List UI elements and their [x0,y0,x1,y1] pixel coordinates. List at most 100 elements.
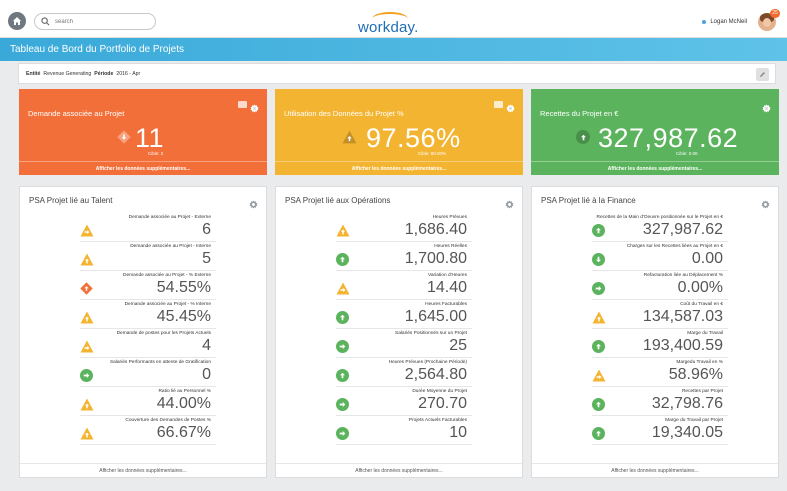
row-divider [336,415,472,416]
metric-row[interactable]: Recettes de la Main d'Oeuvre positionnée… [532,214,778,243]
kpi-value: 97.56% [366,123,461,153]
arrow-up-triangle-icon [80,253,94,266]
show-more-link[interactable]: Afficher les données supplémentaires... [19,161,267,175]
gear-icon[interactable] [249,196,258,209]
metric-row[interactable]: Demande de postes pour les Projets Actue… [20,330,266,359]
metric-label: Heures Prévues (Prochaine Période) [388,360,467,365]
metric-row[interactable]: Salariés Positionnés sur un Projet 25 [276,330,522,359]
gear-icon[interactable] [250,100,259,113]
metric-value: 193,400.59 [642,337,723,354]
metric-value: 32,798.76 [651,395,723,412]
search-input[interactable] [55,18,145,25]
metric-label: Demande de postes pour les Projets Actue… [116,331,211,336]
metric-status-icon [592,340,605,353]
metric-row[interactable]: Variation d'Heures 14.40 [276,272,522,301]
entity-value: Revenue Generating [43,71,92,77]
metric-row[interactable]: Refacturation liée au Déplacement % 0.00% [532,272,778,301]
metric-row[interactable]: Charges sur les Recettes liées au Projet… [532,243,778,272]
comment-icon[interactable] [494,101,503,108]
metric-value: 134,587.03 [642,308,723,325]
pencil-icon [760,72,765,77]
metric-status-icon [336,311,349,324]
metrics-panel: PSA Projet lié aux Opérations Heures Prév… [275,186,523,478]
metric-label: Marge du Travail [687,331,723,336]
metric-status-icon [336,224,350,242]
search-box[interactable] [34,13,156,30]
show-more-link[interactable]: Afficher les données supplémentaires... [276,463,522,477]
metric-value: 1,686.40 [404,221,467,238]
arrow-down-circle-icon [592,253,605,266]
metric-row[interactable]: Marge du Travail 193,400.59 [532,330,778,359]
kpi-card[interactable]: Recettes du Projet en € 327,987.62 Cible: … [531,89,779,175]
gear-icon[interactable] [506,100,515,113]
status-dot-icon [702,20,707,24]
period-value: 2016 - Apr [116,71,141,77]
row-divider [592,241,728,242]
metric-status-icon [592,369,606,387]
row-divider [80,328,216,329]
metric-status-icon [592,427,605,440]
metric-row[interactable]: Heures Réelles 1,700.80 [276,243,522,272]
metric-status-icon [80,253,94,271]
metric-row[interactable]: Coût du Travail en €134,587.03 [532,301,778,330]
metric-row[interactable]: Demande associée au Projet - % Interne 45… [20,301,266,330]
metric-row[interactable]: Recettes par Projet 32,798.76 [532,388,778,417]
metric-row[interactable]: Salariés Performants en attente de Grati… [20,359,266,388]
metric-row[interactable]: Heures Prévues 1,686.40 [276,214,522,243]
row-divider [80,241,216,242]
notification-badge[interactable]: 25 [770,9,780,18]
arrow-up-circle-icon [592,340,605,353]
show-more-link[interactable]: Afficher les données supplémentaires... [20,463,266,477]
user-name: Logan McNeil [710,19,747,25]
workday-logo[interactable]: workday. [358,12,434,36]
kpi-card[interactable]: Demande associée au Projet 11 Cible: 2 Affi… [19,89,267,175]
metric-row[interactable]: Marge du Travail par Projet 19,340.05 [532,417,778,446]
metric-value: 58.96% [668,366,723,383]
show-more-link[interactable]: Afficher les données supplémentaires... [275,161,523,175]
gear-icon[interactable] [762,100,771,113]
arrow-right-circle-icon [336,398,349,411]
row-divider [80,386,216,387]
metric-label: Heures Réelles [434,244,467,249]
metric-status-icon [80,369,93,382]
show-more-link[interactable]: Afficher les données supplémentaires... [531,161,779,175]
kpi-title: Demande associée au Projet [28,109,125,118]
metric-label: Demande associée au Projet - Externe [128,215,211,220]
metric-value: 14.40 [426,279,467,296]
row-divider [592,357,728,358]
metric-label: Demande associée au Projet - % Externe [123,273,211,278]
page-banner: Tableau de Bord du Portfolio de Projets [0,38,787,61]
metric-row[interactable]: Demande associée au Projet - % Externe 54… [20,272,266,301]
metric-row[interactable]: Couverture des Demandes de Postes % 66.67… [20,417,266,446]
metric-row[interactable]: Heures Facturables 1,645.00 [276,301,522,330]
home-button[interactable] [8,12,26,30]
row-divider [336,386,472,387]
gear-icon[interactable] [505,196,514,209]
metric-status-icon [80,224,94,242]
comment-icon[interactable] [238,101,247,108]
page-title: Tableau de Bord du Portfolio de Projets [10,44,184,55]
metric-row[interactable]: Durée Moyenne du Projet 270.70 [276,388,522,417]
panel-title: PSA Projet lié aux Opérations [285,196,391,205]
metric-status-icon [592,398,605,411]
user-menu[interactable]: Logan McNeil [702,19,747,25]
arrow-up-circle-icon [336,369,349,382]
gear-icon[interactable] [761,196,770,209]
metric-value: 327,987.62 [642,221,723,238]
arrow-up-triangle-icon [80,398,94,411]
metrics-panel: PSA Projet lié à la Finance Recettes de l… [531,186,779,478]
metric-row[interactable]: Heures Prévues (Prochaine Période) 2,564.… [276,359,522,388]
show-more-link[interactable]: Afficher les données supplémentaires... [532,463,778,477]
metric-status-icon [336,253,349,266]
metric-row[interactable]: Projets Actuels Facturables 10 [276,417,522,446]
row-divider [80,444,216,445]
row-divider [80,270,216,271]
metric-row[interactable]: Demande associée au Projet - Interne 5 [20,243,266,272]
kpi-title: Utilisation des Données du Projet % [284,109,404,118]
metric-row[interactable]: Margedu Travail en % 58.96% [532,359,778,388]
edit-filters-button[interactable] [756,68,769,81]
kpi-card[interactable]: Utilisation des Données du Projet % 97.56… [275,89,523,175]
panel-title: PSA Projet lié à la Finance [541,196,636,205]
metric-row[interactable]: Demande associée au Projet - Externe 6 [20,214,266,243]
metric-row[interactable]: Ratio lié au Personnel % 44.00% [20,388,266,417]
